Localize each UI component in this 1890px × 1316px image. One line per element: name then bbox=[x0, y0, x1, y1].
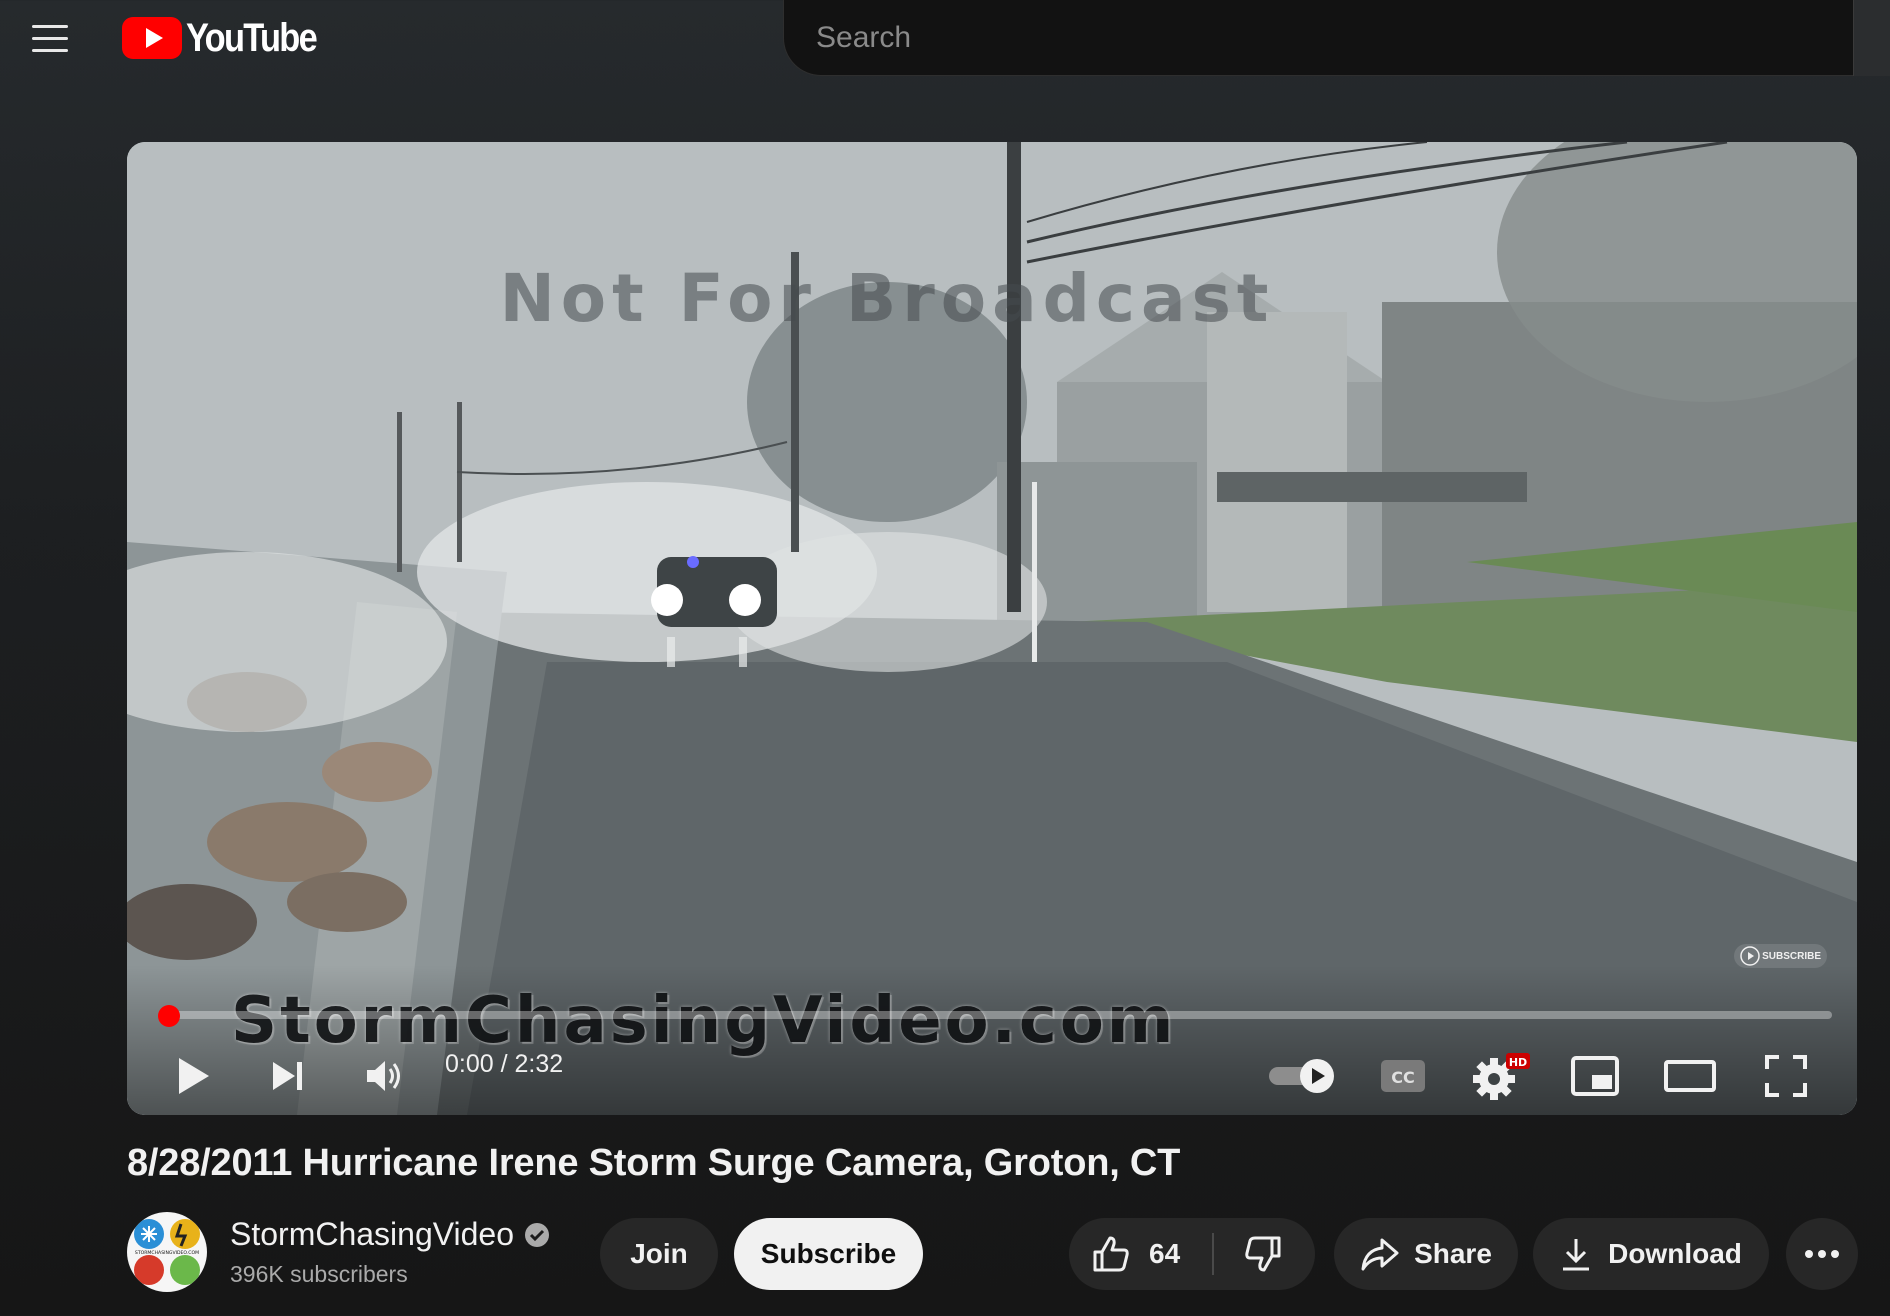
download-button[interactable]: Download bbox=[1533, 1218, 1769, 1290]
more-horizontal-icon bbox=[1805, 1250, 1839, 1258]
join-button-label: Join bbox=[630, 1238, 688, 1269]
hamburger-icon bbox=[32, 25, 68, 28]
watermark-top: Not For Broadcast bbox=[499, 260, 1275, 337]
progress-scrubber[interactable] bbox=[158, 1005, 180, 1027]
logo-text: YouTube bbox=[186, 15, 318, 60]
like-button[interactable]: 64 bbox=[1091, 1234, 1180, 1274]
gear-icon: HD bbox=[1473, 1053, 1530, 1100]
share-button[interactable]: Share bbox=[1334, 1218, 1518, 1290]
like-divider bbox=[1212, 1233, 1214, 1275]
download-button-label: Download bbox=[1608, 1238, 1742, 1269]
subscribe-button-label: Subscribe bbox=[760, 1238, 897, 1269]
autoplay-toggle[interactable] bbox=[1265, 1034, 1341, 1115]
fullscreen-icon bbox=[1765, 1055, 1807, 1097]
play-circle-icon bbox=[1740, 946, 1760, 966]
avatar-ring-text: STORMCHASINGVIDEO.COM bbox=[135, 1250, 199, 1256]
verified-check-icon bbox=[525, 1222, 550, 1247]
svg-text:CC: CC bbox=[1391, 1068, 1414, 1087]
channel-name[interactable]: StormChasingVideo bbox=[230, 1216, 550, 1253]
subscriber-count: 396K subscribers bbox=[230, 1261, 408, 1287]
progress-bar[interactable] bbox=[158, 1005, 1832, 1027]
channel-name-text: StormChasingVideo bbox=[230, 1216, 515, 1252]
menu-button[interactable] bbox=[22, 16, 78, 60]
channel-logo-icon: STORMCHASINGVIDEO.COM bbox=[128, 1213, 206, 1291]
subscribe-watermark-button[interactable]: SUBSCRIBE bbox=[1734, 944, 1827, 968]
download-icon bbox=[1563, 1239, 1590, 1271]
captions-button[interactable]: CC bbox=[1371, 1034, 1435, 1115]
video-title: 8/28/2011 Hurricane Irene Storm Surge Ca… bbox=[127, 1142, 1181, 1184]
youtube-logo[interactable]: YouTube bbox=[122, 16, 337, 60]
skip-next-icon bbox=[273, 1062, 302, 1090]
fullscreen-button[interactable] bbox=[1753, 1034, 1819, 1115]
search-input[interactable] bbox=[783, 0, 1853, 76]
like-count: 64 bbox=[1149, 1238, 1181, 1269]
theater-mode-button[interactable] bbox=[1657, 1034, 1723, 1115]
youtube-play-logo-icon bbox=[122, 17, 182, 59]
top-bar: YouTube bbox=[0, 0, 1890, 78]
play-button[interactable] bbox=[163, 1034, 223, 1115]
dislike-button[interactable] bbox=[1236, 1230, 1290, 1278]
hamburger-icon-line bbox=[32, 49, 68, 52]
channel-avatar[interactable]: STORMCHASINGVIDEO.COM bbox=[127, 1212, 207, 1292]
hd-badge: HD bbox=[1509, 1056, 1527, 1069]
hamburger-icon-line bbox=[32, 37, 68, 40]
mute-button[interactable] bbox=[353, 1034, 417, 1115]
closed-captions-icon: CC bbox=[1381, 1060, 1425, 1092]
theater-mode-icon bbox=[1664, 1060, 1716, 1092]
share-arrow-icon bbox=[1361, 1238, 1399, 1271]
thumbs-up-icon bbox=[1093, 1236, 1129, 1272]
autoplay-toggle-icon bbox=[1269, 1059, 1334, 1093]
search-button[interactable] bbox=[1853, 0, 1890, 76]
time-display: 0:00 / 2:32 bbox=[445, 1050, 564, 1078]
settings-button[interactable]: HD bbox=[1467, 1034, 1535, 1115]
miniplayer-icon bbox=[1571, 1056, 1619, 1096]
video-player[interactable]: Not For Broadcast StormChasingVideo.com … bbox=[127, 142, 1857, 1115]
next-button[interactable] bbox=[257, 1034, 317, 1115]
subscribe-button[interactable]: Subscribe bbox=[734, 1218, 923, 1290]
more-actions-button[interactable] bbox=[1786, 1218, 1858, 1290]
join-button[interactable]: Join bbox=[600, 1218, 718, 1290]
play-icon bbox=[179, 1058, 209, 1094]
volume-icon bbox=[367, 1061, 400, 1091]
share-button-label: Share bbox=[1414, 1238, 1492, 1269]
subscribe-watermark-label: SUBSCRIBE bbox=[1762, 950, 1821, 962]
thumbs-down-icon bbox=[1245, 1236, 1281, 1272]
miniplayer-button[interactable] bbox=[1563, 1034, 1627, 1115]
